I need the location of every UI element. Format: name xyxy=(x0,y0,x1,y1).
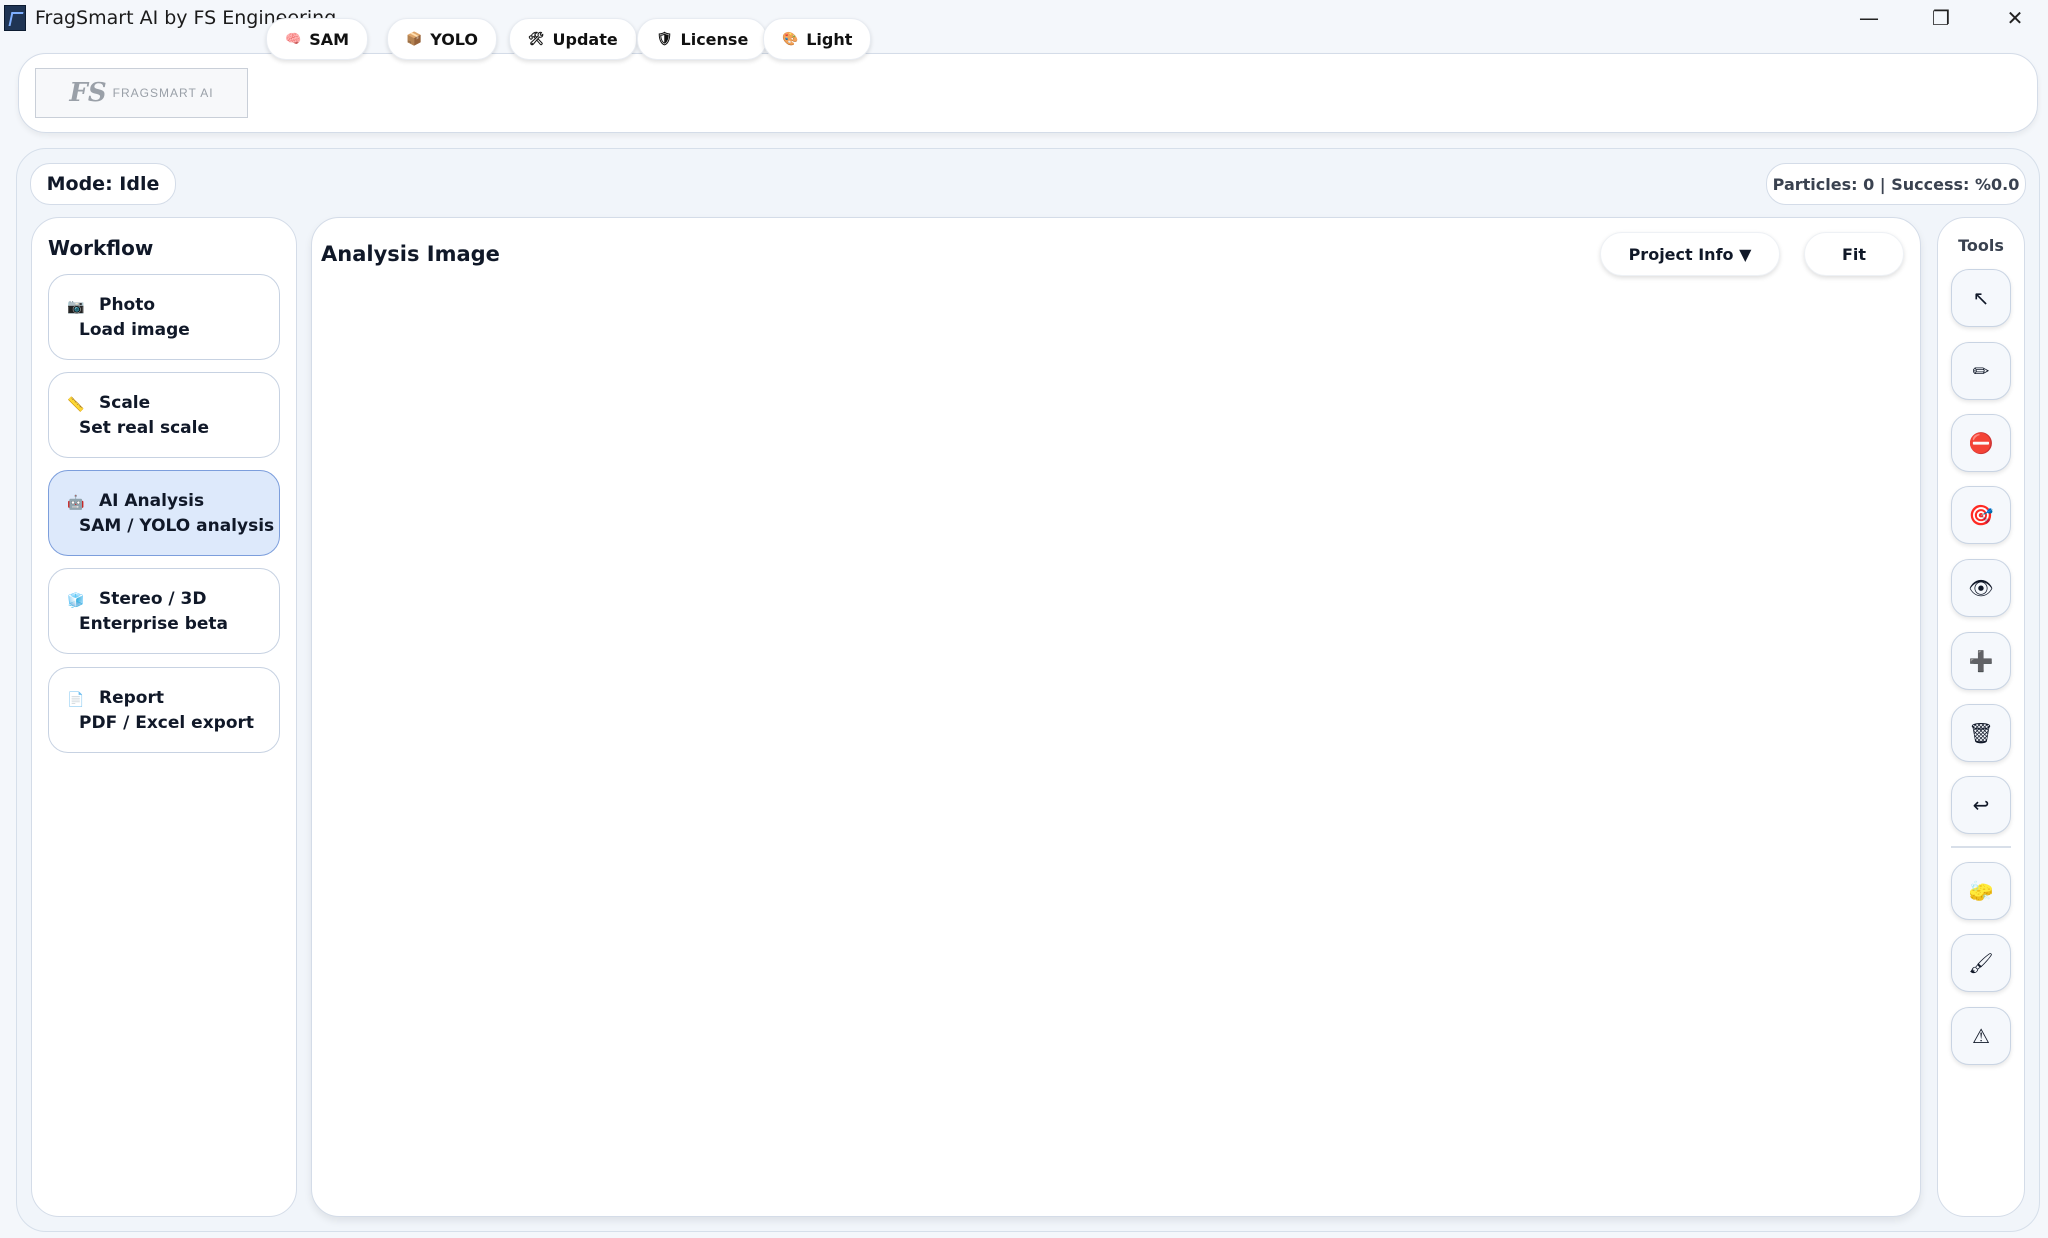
yolo-button[interactable]: 📦 YOLO xyxy=(387,18,498,60)
project-info-dropdown[interactable]: Project Info ▼ xyxy=(1600,232,1780,276)
undo-tool-button[interactable]: ↩ xyxy=(1951,776,2011,834)
tools-divider xyxy=(1951,846,2011,848)
ruler-icon: 📏 xyxy=(67,397,85,413)
robot-icon: 🤖 xyxy=(67,495,85,511)
minimize-button[interactable]: — xyxy=(1832,0,1906,36)
view-tool-button[interactable]: 👁 xyxy=(1951,559,2011,617)
trash-icon: 🗑 xyxy=(1968,721,1994,745)
erase-tool-button[interactable]: 🧽 xyxy=(1951,862,2011,920)
sam-button[interactable]: 🧠 SAM xyxy=(266,18,369,60)
workflow-step-title: Photo xyxy=(99,295,156,315)
warning-icon: ⚠ xyxy=(1972,1024,1990,1048)
logo: FS FRAGSMART AI xyxy=(35,68,248,118)
workflow-step-photo[interactable]: 📷 Photo Load image xyxy=(48,274,280,360)
workflow-step-subtitle: Enterprise beta xyxy=(79,614,228,634)
mode-badge: Mode: Idle xyxy=(30,163,176,205)
tools-title: Tools xyxy=(1958,236,2004,255)
workflow-title: Workflow xyxy=(48,236,154,260)
workflow-step-subtitle: Set real scale xyxy=(79,418,209,438)
theme-light-button-label: Light xyxy=(806,29,853,49)
palette-icon: 🎨 xyxy=(782,31,799,47)
select-tool-button[interactable]: ↖ xyxy=(1951,269,2011,327)
update-button-label: Update xyxy=(552,29,618,49)
fit-button[interactable]: Fit xyxy=(1804,232,1904,276)
logo-text: FRAGSMART AI xyxy=(112,86,214,100)
no-entry-icon: ⛔ xyxy=(1968,431,1994,455)
brush-tool-button[interactable]: 🖌 xyxy=(1951,934,2011,992)
workflow-step-stereo-3d[interactable]: 🧊 Stereo / 3D Enterprise beta xyxy=(48,568,280,654)
eye-icon: 👁 xyxy=(1968,576,1994,600)
target-icon: 🎯 xyxy=(1968,503,1994,527)
workflow-step-title: Scale xyxy=(99,393,151,413)
stats-badge: Particles: 0 | Success: %0.0 xyxy=(1766,163,2026,205)
workflow-step-report[interactable]: 📄 Report PDF / Excel export xyxy=(48,667,280,753)
maximize-button[interactable]: ❐ xyxy=(1904,0,1978,36)
workflow-step-ai-analysis[interactable]: 🤖 AI Analysis SAM / YOLO analysis xyxy=(48,470,280,556)
app-icon xyxy=(4,5,26,31)
plus-icon: ➕ xyxy=(1968,649,1994,673)
undo-icon: ↩ xyxy=(1972,793,1990,817)
document-icon: 📄 xyxy=(67,692,85,708)
delete-tool-button[interactable]: 🗑 xyxy=(1951,704,2011,762)
target-tool-button[interactable]: 🎯 xyxy=(1951,486,2011,544)
logo-mark: FS xyxy=(69,78,107,108)
package-icon: 📦 xyxy=(406,31,423,47)
license-button[interactable]: 🛡 License xyxy=(637,18,768,60)
sponge-icon: 🧽 xyxy=(1968,879,1994,903)
workflow-step-subtitle: SAM / YOLO analysis xyxy=(79,516,275,536)
workflow-step-subtitle: PDF / Excel export xyxy=(79,713,255,733)
camera-icon: 📷 xyxy=(67,299,85,315)
workflow-step-subtitle: Load image xyxy=(79,320,190,340)
shield-icon: 🛡 xyxy=(656,31,673,47)
close-button[interactable]: ✕ xyxy=(1978,0,2048,36)
pointer-icon: ↖ xyxy=(1972,286,1990,310)
draw-tool-button[interactable]: ✏ xyxy=(1951,342,2011,400)
workflow-step-title: Report xyxy=(99,688,164,708)
canvas-title: Analysis Image xyxy=(321,242,500,266)
pencil-icon: ✏ xyxy=(1972,359,1990,383)
brain-icon: 🧠 xyxy=(285,31,302,47)
update-button[interactable]: 🛠 Update xyxy=(509,18,637,60)
analysis-image-canvas[interactable] xyxy=(311,217,1921,1217)
workflow-step-title: AI Analysis xyxy=(99,491,205,511)
tools-icon: 🛠 xyxy=(528,31,545,47)
workflow-step-scale[interactable]: 📏 Scale Set real scale xyxy=(48,372,280,458)
theme-light-button[interactable]: 🎨 Light xyxy=(763,18,872,60)
top-toolbar: FS FRAGSMART AI xyxy=(18,53,2038,133)
workflow-step-title: Stereo / 3D xyxy=(99,589,207,609)
sam-button-label: SAM xyxy=(309,29,350,49)
license-button-label: License xyxy=(680,29,749,49)
add-tool-button[interactable]: ➕ xyxy=(1951,632,2011,690)
warning-tool-button[interactable]: ⚠ xyxy=(1951,1007,2011,1065)
yolo-button-label: YOLO xyxy=(430,29,479,49)
brush-icon: 🖌 xyxy=(1968,951,1994,975)
exclude-tool-button[interactable]: ⛔ xyxy=(1951,414,2011,472)
cube-icon: 🧊 xyxy=(67,593,85,609)
